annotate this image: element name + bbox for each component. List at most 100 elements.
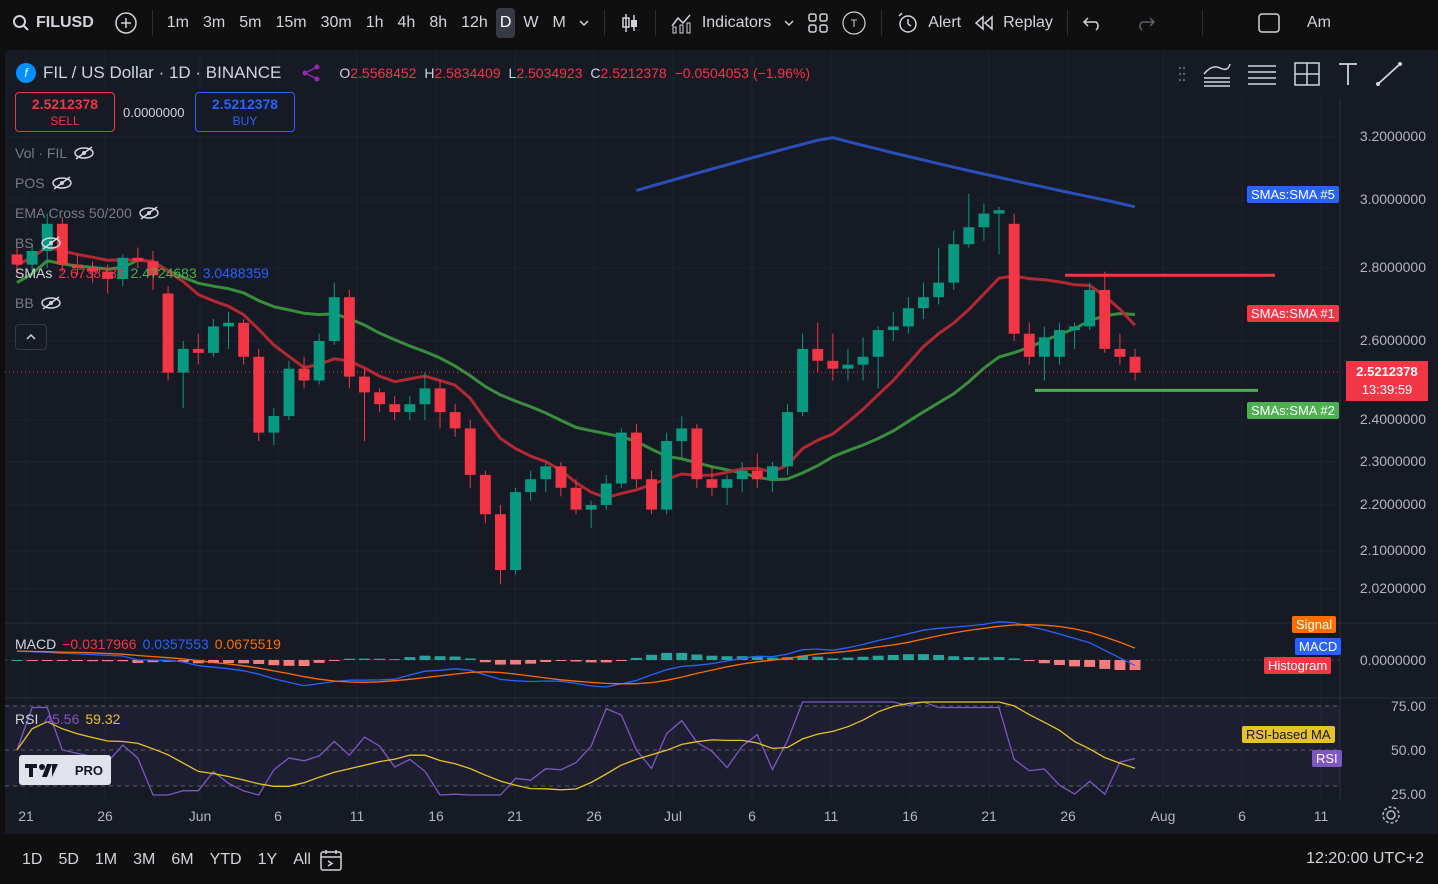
fullscreen-button[interactable]: [1251, 8, 1287, 38]
candle-body: [585, 505, 597, 510]
range-1M[interactable]: 1M: [87, 851, 125, 869]
time-label: 11: [823, 808, 839, 824]
measure-icon[interactable]: [1292, 60, 1322, 88]
candle-body: [1023, 333, 1035, 357]
macd-histogram-bar: [1023, 660, 1035, 662]
interval-30m[interactable]: 30m: [315, 8, 358, 38]
range-6M[interactable]: 6M: [163, 851, 201, 869]
range-1D[interactable]: 1D: [14, 851, 50, 869]
chart-canvas[interactable]: [5, 50, 1438, 800]
axis-settings-button[interactable]: [1380, 804, 1402, 826]
trend-lines-icon[interactable]: [1200, 60, 1232, 88]
drag-handle-icon[interactable]: [1178, 65, 1186, 83]
candle-body: [918, 297, 929, 309]
macd-histogram-bar: [691, 654, 703, 660]
timezone-clock[interactable]: 12:20:00 UTC+2: [1306, 850, 1424, 868]
fib-lines-icon[interactable]: [1246, 60, 1278, 88]
symbol-search[interactable]: FILUSD: [0, 14, 108, 32]
indicators-dropdown[interactable]: [777, 8, 801, 38]
candle-body: [600, 483, 612, 505]
replay-button[interactable]: Replay: [967, 8, 1059, 38]
last-price: 2.5212378: [1356, 364, 1418, 379]
candle-body: [177, 348, 189, 373]
macd-histogram-bar: [419, 655, 431, 660]
compare-add-button[interactable]: [108, 8, 144, 38]
layouts-button[interactable]: [801, 8, 835, 38]
macd-histogram-bar: [434, 656, 446, 660]
candle-body: [253, 356, 265, 433]
candle-body: [751, 470, 763, 480]
candle-body: [208, 326, 219, 353]
interval-4h[interactable]: 4h: [392, 8, 422, 38]
sma2-value: 2.4724683: [130, 265, 197, 281]
eye-off-icon[interactable]: [40, 235, 62, 251]
eye-off-icon[interactable]: [73, 145, 95, 161]
eye-off-icon[interactable]: [138, 205, 160, 221]
macd-line: [16, 621, 1136, 688]
macd-histogram-bar: [11, 660, 23, 661]
macd-histogram-bar: [842, 657, 854, 660]
account-menu[interactable]: Am: [1301, 8, 1337, 38]
buy-price: 2.5212378: [211, 96, 279, 112]
eye-off-icon[interactable]: [40, 295, 62, 311]
buy-button[interactable]: 2.5212378 BUY: [195, 92, 295, 132]
range-All[interactable]: All: [285, 851, 319, 869]
interval-12h[interactable]: 12h: [455, 8, 494, 38]
templates-button[interactable]: T: [835, 8, 873, 38]
interval-D[interactable]: D: [495, 8, 516, 38]
square-icon: [1258, 13, 1280, 33]
macd-histogram-bar: [646, 654, 657, 660]
goto-date-button[interactable]: [319, 848, 345, 872]
macd-histogram-bar: [1084, 660, 1096, 667]
candle-body: [223, 322, 234, 327]
interval-3m[interactable]: 3m: [197, 8, 231, 38]
interval-15m[interactable]: 15m: [269, 8, 312, 38]
interval-1m[interactable]: 1m: [161, 8, 195, 38]
candle-body: [1054, 330, 1065, 357]
range-YTD[interactable]: YTD: [202, 851, 250, 869]
collapse-legend-button[interactable]: [15, 324, 47, 350]
macd-histogram-bar: [902, 654, 914, 660]
candle-body: [1114, 348, 1126, 357]
last-price-tag: 2.5212378 13:39:59: [1346, 361, 1428, 401]
indicator-ema-cross[interactable]: EMA Cross 50/200: [15, 205, 160, 221]
chart-type-button[interactable]: [613, 8, 647, 38]
indicator-vol[interactable]: Vol · FIL: [15, 145, 95, 161]
interval-dropdown[interactable]: [572, 8, 596, 38]
time-axis[interactable]: 21 26 Jun 6 11 16 21 26 Jul 6 11 16 21 26 Aug 6 11: [5, 800, 1438, 832]
rsi-level-75: 75.00: [1390, 698, 1426, 714]
indicator-bs[interactable]: BS: [15, 235, 62, 251]
interval-5m[interactable]: 5m: [233, 8, 267, 38]
tradingview-logo[interactable]: PRO: [19, 755, 111, 785]
candle-body: [615, 432, 627, 484]
time-label: 6: [748, 808, 756, 824]
time-label: 6: [1238, 808, 1246, 824]
interval-W[interactable]: W: [517, 8, 544, 38]
redo-button[interactable]: [1128, 8, 1162, 38]
price-scale[interactable]: 3.2000000 3.0000000 2.8000000 2.6000000 2.40…: [1342, 50, 1438, 790]
range-5D[interactable]: 5D: [50, 851, 86, 869]
range-1Y[interactable]: 1Y: [250, 851, 286, 869]
interval-8h[interactable]: 8h: [423, 8, 453, 38]
time-label: 21: [507, 808, 523, 824]
indicator-pos[interactable]: POS: [15, 175, 73, 191]
range-3M[interactable]: 3M: [125, 851, 163, 869]
indicator-smas[interactable]: SMAs 2.6738731 2.4724683 3.0488359: [15, 265, 269, 281]
rsi-legend[interactable]: RSI 45.56 59.32: [15, 711, 120, 727]
candle-body: [510, 492, 521, 570]
candle-body: [495, 514, 506, 570]
eye-off-icon[interactable]: [51, 175, 73, 191]
macd-legend[interactable]: MACD −0.0317966 0.0357553 0.0675519: [15, 636, 281, 652]
interval-M[interactable]: M: [547, 8, 572, 38]
indicators-button[interactable]: Indicators: [664, 8, 777, 38]
macd-value: 0.0357553: [142, 636, 209, 652]
indicator-bb[interactable]: BB: [15, 295, 62, 311]
undo-button[interactable]: [1076, 8, 1110, 38]
chart-area[interactable]: f FIL / US Dollar · 1D · BINANCE O2.5568…: [5, 50, 1438, 834]
rsi-value: 45.56: [44, 711, 80, 727]
share-nodes-icon[interactable]: [301, 64, 323, 82]
alert-button[interactable]: Alert: [890, 8, 967, 38]
candle-body: [978, 213, 990, 228]
sell-button[interactable]: 2.5212378 SELL: [15, 92, 115, 132]
interval-1h[interactable]: 1h: [360, 8, 390, 38]
